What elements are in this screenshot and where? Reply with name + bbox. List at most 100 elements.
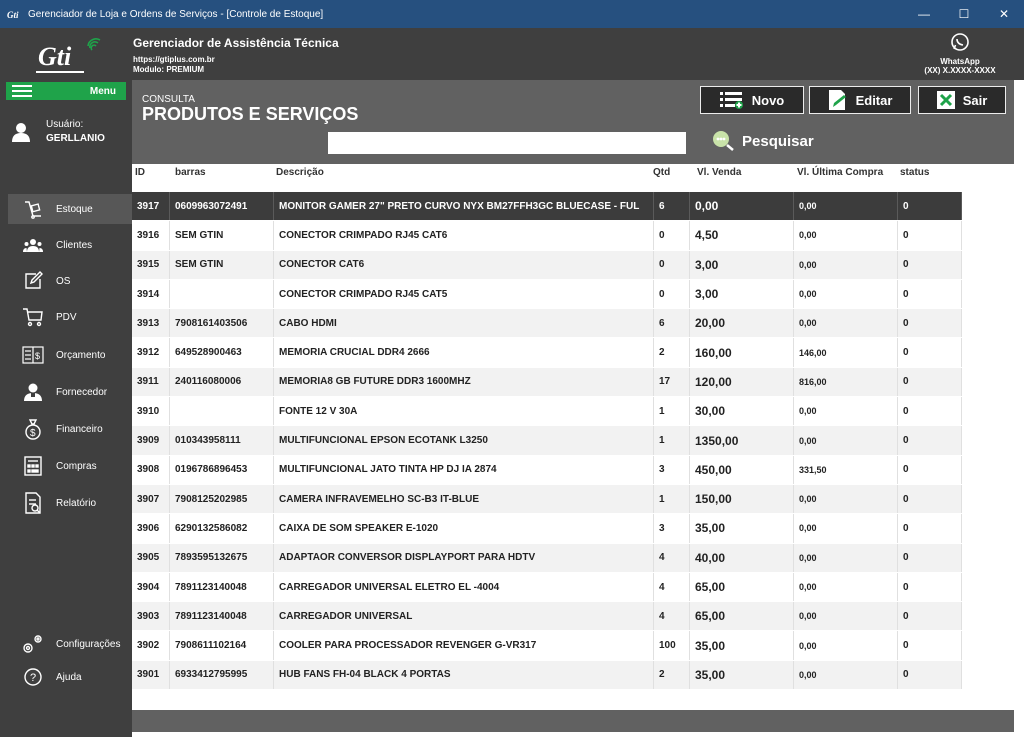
exit-label: Sair: [962, 92, 988, 108]
table-row[interactable]: 3901 6933412795995 HUB FANS FH-04 BLACK 4 …: [132, 660, 962, 691]
cell-id: 3908: [132, 455, 170, 484]
sidebar-item-label: Relatório: [56, 497, 97, 509]
edit-label: Editar: [855, 92, 893, 108]
cell-quantity: 6: [654, 309, 690, 338]
sidebar-item-fornecedor[interactable]: Fornecedor: [8, 377, 132, 407]
search-button[interactable]: Pesquisar: [712, 130, 814, 152]
cell-last-purchase: 0,00: [794, 279, 898, 309]
sidebar-item-label: Estoque: [56, 203, 93, 215]
cell-quantity: 100: [654, 631, 690, 660]
cell-status: 0: [898, 572, 962, 602]
sidebar-item-label: PDV: [56, 311, 77, 323]
table-row[interactable]: 3906 6290132586082 CAIXA DE SOM SPEAKER E-…: [132, 514, 962, 544]
table-row[interactable]: 3914 CONECTOR CRIMPADO RJ45 CAT5 0 3,00 0,00…: [132, 279, 962, 310]
table-row[interactable]: 3908 0196786896453 MULTIFUNCIONAL JATO TIN…: [132, 455, 962, 485]
sidebar-item-financeiro[interactable]: $ Financeiro: [8, 414, 132, 444]
cell-sale-price: 65,00: [690, 572, 794, 602]
sidebar-item-estoque[interactable]: Estoque: [8, 194, 132, 224]
sidebar-item-relatorio[interactable]: Relatório: [8, 488, 132, 518]
cell-quantity: 2: [654, 660, 690, 690]
maximize-button[interactable]: ☐: [944, 0, 984, 28]
search-icon: [713, 131, 734, 151]
cell-quantity: 3: [654, 514, 690, 543]
sidebar-item-configuracoes[interactable]: Configurações: [8, 629, 132, 659]
edit-icon: [22, 270, 44, 292]
cell-sale-price: 1350,00: [690, 426, 794, 455]
whatsapp-number: (XX) X.XXXX-XXXX: [924, 66, 996, 75]
cell-last-purchase: 146,00: [794, 338, 898, 367]
sidebar-item-compras[interactable]: Compras: [8, 451, 132, 481]
cell-description: CAMERA INFRAVEMELHO SC-B3 IT-BLUE: [274, 484, 654, 514]
cell-sale-price: 20,00: [690, 309, 794, 338]
cell-status: 0: [898, 514, 962, 543]
cell-description: MEMORIA8 GB FUTURE DDR3 1600MHZ: [274, 367, 654, 397]
menu-button[interactable]: Menu: [6, 82, 126, 100]
cell-barcode: 240116080006: [170, 367, 274, 397]
table-row[interactable]: 3910 FONTE 12 V 30A 1 30,00 0,00 0: [132, 397, 962, 427]
svg-text:$: $: [30, 428, 36, 439]
page-title: PRODUTOS E SERVIÇOS: [142, 104, 359, 124]
cell-quantity: 2: [654, 338, 690, 367]
table-row[interactable]: 3911 240116080006 MEMORIA8 GB FUTURE DDR3 …: [132, 367, 962, 398]
edit-button[interactable]: Editar: [809, 86, 911, 114]
cell-last-purchase: 0,00: [794, 514, 898, 543]
cell-quantity: 0: [654, 221, 690, 250]
sidebar-item-orcamento[interactable]: $ Orçamento: [8, 340, 132, 370]
app-url[interactable]: https://gtiplus.com.br: [133, 55, 215, 64]
cell-barcode: 010343958111: [170, 426, 274, 455]
close-button[interactable]: ✕: [984, 0, 1024, 28]
scroll-area: [1014, 80, 1024, 737]
sidebar-item-pdv[interactable]: PDV: [8, 302, 132, 332]
minimize-button[interactable]: —: [904, 0, 944, 28]
table-row[interactable]: 3917 0609963072491 MONITOR GAMER 27" PRETO…: [132, 192, 962, 222]
cell-description: ADAPTAOR CONVERSOR DISPLAYPORT PARA HDTV: [274, 543, 654, 572]
cell-description: CONECTOR CAT6: [274, 250, 654, 279]
new-button[interactable]: Novo: [700, 86, 804, 114]
cell-sale-price: 450,00: [690, 455, 794, 484]
cell-id: 3915: [132, 250, 170, 279]
column-header-id[interactable]: ID: [135, 167, 145, 178]
table-row[interactable]: 3907 7908125202985 CAMERA INFRAVEMELHO SC-…: [132, 484, 962, 515]
cell-quantity: 6: [654, 192, 690, 221]
cell-quantity: 0: [654, 279, 690, 309]
table-row[interactable]: 3913 7908161403506 CABO HDMI 6 20,00 0,00 0: [132, 309, 962, 339]
table-row[interactable]: 3905 7893595132675 ADAPTAOR CONVERSOR DISP…: [132, 543, 962, 573]
wifi-icon: [87, 38, 101, 51]
table-row[interactable]: 3916 SEM GTIN CONECTOR CRIMPADO RJ45 CAT6 0…: [132, 221, 962, 251]
table-header: ID barras Descrição Qtd Vl. Venda Vl. Úl…: [132, 164, 1014, 192]
cell-sale-price: 150,00: [690, 484, 794, 514]
column-header-ultima-compra[interactable]: Vl. Última Compra: [797, 167, 883, 178]
table-row[interactable]: 3912 649528900463 MEMORIA CRUCIAL DDR4 266…: [132, 338, 962, 368]
cell-barcode: 0609963072491: [170, 192, 274, 221]
sidebar-item-label: Configurações: [56, 638, 121, 650]
cell-sale-price: 40,00: [690, 543, 794, 572]
column-header-barras[interactable]: barras: [175, 167, 206, 178]
sidebar-item-clientes[interactable]: Clientes: [8, 230, 132, 260]
cell-status: 0: [898, 338, 962, 367]
box-icon: [22, 198, 44, 220]
column-header-qtd[interactable]: Qtd: [653, 167, 670, 178]
table-row[interactable]: 3909 010343958111 MULTIFUNCIONAL EPSON ECO…: [132, 426, 962, 456]
column-header-status[interactable]: status: [900, 167, 929, 178]
cell-description: MULTIFUNCIONAL EPSON ECOTANK L3250: [274, 426, 654, 455]
table-row[interactable]: 3915 SEM GTIN CONECTOR CAT6 0 3,00 0,00 0: [132, 250, 962, 280]
app-icon: Gti: [4, 0, 24, 28]
cell-id: 3907: [132, 484, 170, 514]
sidebar: Menu Usuário: GERLLANIO Estoque Clientes: [0, 80, 132, 737]
table-row[interactable]: 3904 7891123140048 CARREGADOR UNIVERSAL EL…: [132, 572, 962, 603]
cell-sale-price: 30,00: [690, 397, 794, 426]
table-row[interactable]: 3903 7891123140048 CARREGADOR UNIVERSAL 4 65…: [132, 602, 962, 632]
cell-barcode: SEM GTIN: [170, 250, 274, 279]
sidebar-item-ajuda[interactable]: ? Ajuda: [8, 662, 132, 692]
exit-button[interactable]: Sair: [918, 86, 1006, 114]
cell-description: CAIXA DE SOM SPEAKER E-1020: [274, 514, 654, 543]
column-header-venda[interactable]: Vl. Venda: [697, 167, 741, 178]
cell-quantity: 17: [654, 367, 690, 397]
whatsapp-contact[interactable]: WhatsApp (XX) X.XXXX-XXXX: [910, 32, 1010, 75]
table-row[interactable]: 3902 7908611102164 COOLER PARA PROCESSADOR…: [132, 631, 962, 661]
sidebar-item-os[interactable]: OS: [8, 266, 132, 296]
search-input[interactable]: [328, 132, 686, 154]
cart-icon: [22, 306, 44, 328]
sidebar-item-label: Clientes: [56, 239, 93, 251]
column-header-descricao[interactable]: Descrição: [276, 167, 324, 178]
